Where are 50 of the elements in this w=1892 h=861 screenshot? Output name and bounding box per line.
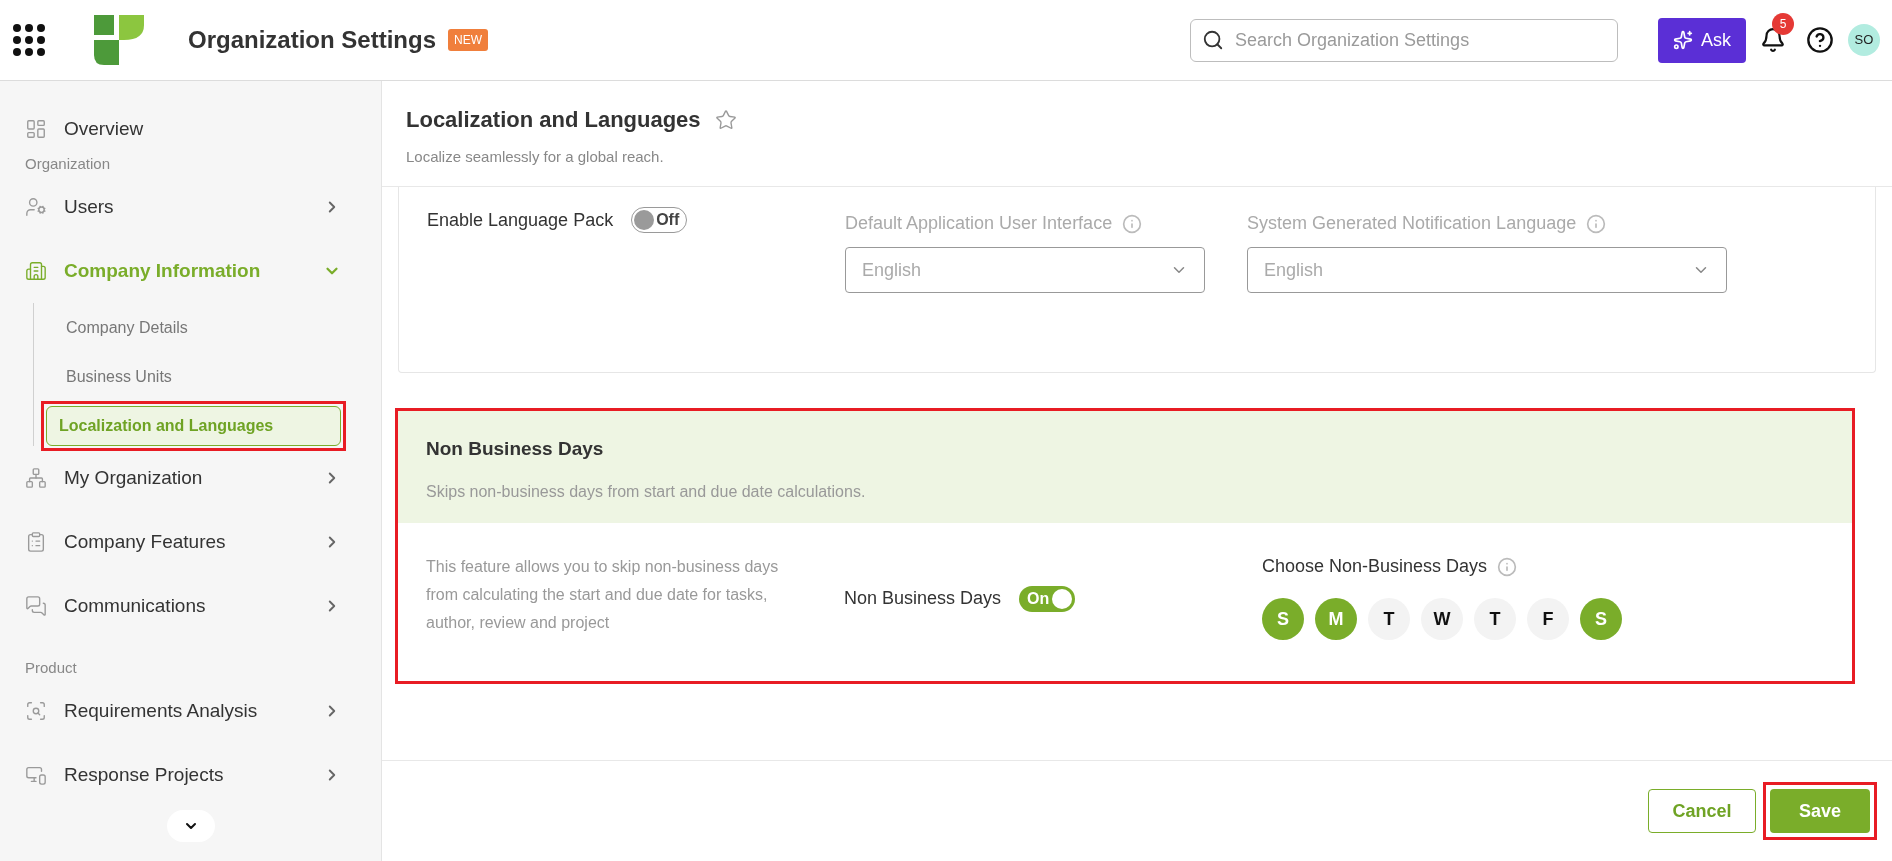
ask-button[interactable]: Ask: [1658, 17, 1746, 63]
logo-icon: [94, 15, 144, 65]
sidebar-item-icon: [25, 196, 47, 218]
day-toggle[interactable]: T: [1368, 598, 1410, 640]
day-toggle[interactable]: F: [1527, 598, 1569, 640]
sidebar-item[interactable]: Response Projects: [25, 743, 341, 807]
sidebar-subitem[interactable]: Company Details: [54, 308, 341, 348]
favorite-star-icon[interactable]: [714, 108, 737, 131]
sidebar-item[interactable]: Users: [25, 175, 341, 239]
sparkle-icon: [1673, 30, 1693, 50]
day-toggle[interactable]: W: [1421, 598, 1463, 640]
new-badge: NEW: [448, 29, 488, 51]
days-label: Choose Non-Business Days: [1262, 555, 1488, 578]
section-subtitle: Skips non-business days from start and due date calculations.: [426, 481, 867, 502]
sidebar-section-label: Organization: [25, 153, 111, 174]
sidebar-item-icon: [25, 118, 47, 140]
sidebar-item-icon: [25, 700, 47, 722]
notification-count: 5: [1772, 13, 1794, 35]
toggle-label: Non Business Days: [844, 587, 1002, 610]
section-title: Non Business Days: [426, 437, 605, 461]
sidebar-section-label: Product: [25, 657, 77, 678]
help-icon[interactable]: [1806, 26, 1834, 54]
app-title: Organization Settings: [188, 25, 436, 55]
sidebar-item[interactable]: My Organization: [25, 446, 341, 510]
feature-description: This feature allows you to skip non-business days from calculating the start and due date for tasks, author, review and project: [426, 557, 780, 633]
sidebar-item-icon: [25, 764, 47, 786]
sidebar-item-icon: [25, 467, 47, 489]
select-label: System Generated Notification Language: [1247, 212, 1577, 235]
search-field[interactable]: Search Organization Settings: [1190, 18, 1618, 62]
notification-bell-icon[interactable]: [1760, 27, 1786, 53]
sidebar-item[interactable]: Overview: [25, 111, 341, 147]
select-label: Default Application User Interface: [845, 212, 1113, 235]
sidebar-item-icon: [25, 260, 47, 282]
toggle-switch[interactable]: Off: [631, 207, 688, 233]
sidebar-item[interactable]: Company Features: [25, 510, 341, 574]
sidebar-item[interactable]: Communications: [25, 574, 341, 638]
app-grid-icon[interactable]: [12, 23, 46, 57]
sidebar-item[interactable]: Requirements Analysis: [25, 679, 341, 743]
info-icon: [1122, 213, 1143, 234]
user-avatar[interactable]: SO: [1848, 24, 1880, 56]
page-subtitle: Localize seamlessly for a global reach.: [406, 147, 665, 167]
info-icon: [1497, 556, 1518, 577]
day-toggle[interactable]: T: [1474, 598, 1516, 640]
search-icon: [1202, 28, 1224, 51]
info-icon: [1586, 213, 1607, 234]
sidebar-item-icon: [25, 531, 47, 553]
toggle-label: Enable Language Pack: [427, 209, 614, 232]
sidebar-item-icon: [25, 595, 47, 617]
sidebar-subitem[interactable]: Business Units: [54, 357, 341, 397]
page-title: Localization and Languages: [406, 106, 701, 134]
